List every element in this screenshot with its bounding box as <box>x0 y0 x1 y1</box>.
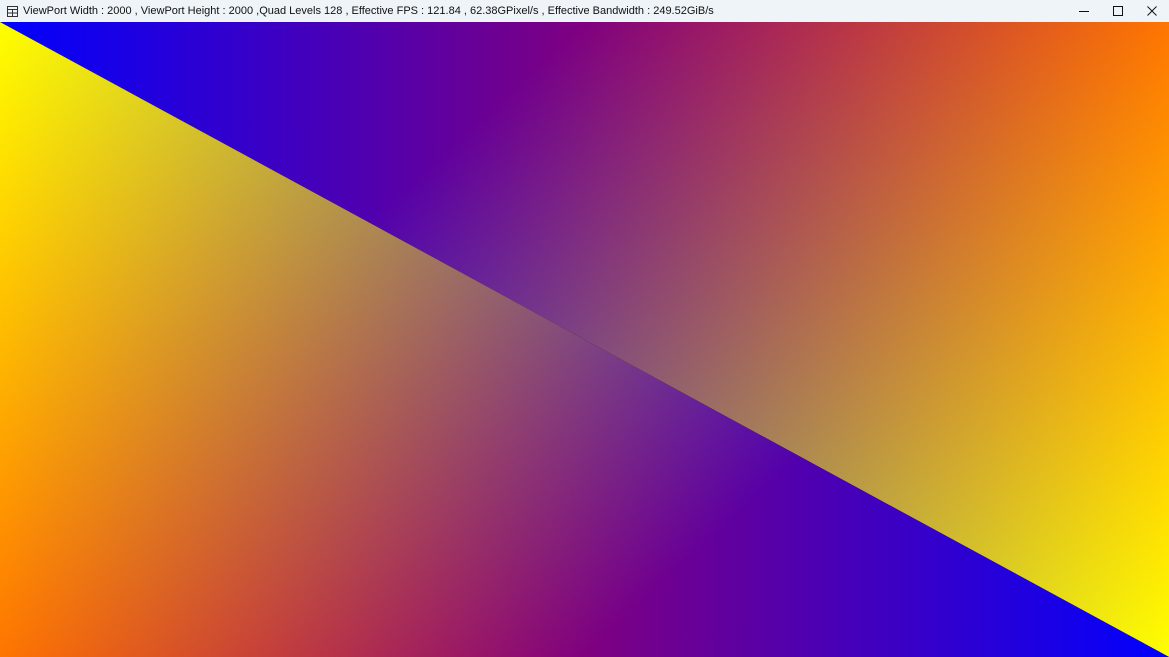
window-controls <box>1067 0 1169 22</box>
title-bar[interactable]: ViewPort Width : 2000 , ViewPort Height … <box>0 0 1169 22</box>
maximize-icon <box>1113 6 1123 16</box>
close-icon <box>1147 6 1157 16</box>
app-grid-icon[interactable] <box>6 5 18 17</box>
maximize-button[interactable] <box>1101 0 1135 22</box>
window-title: ViewPort Width : 2000 , ViewPort Height … <box>23 5 714 17</box>
render-viewport[interactable] <box>0 22 1169 657</box>
minimize-button[interactable] <box>1067 0 1101 22</box>
minimize-icon <box>1079 11 1089 12</box>
close-button[interactable] <box>1135 0 1169 22</box>
app-window: ViewPort Width : 2000 , ViewPort Height … <box>0 0 1169 657</box>
